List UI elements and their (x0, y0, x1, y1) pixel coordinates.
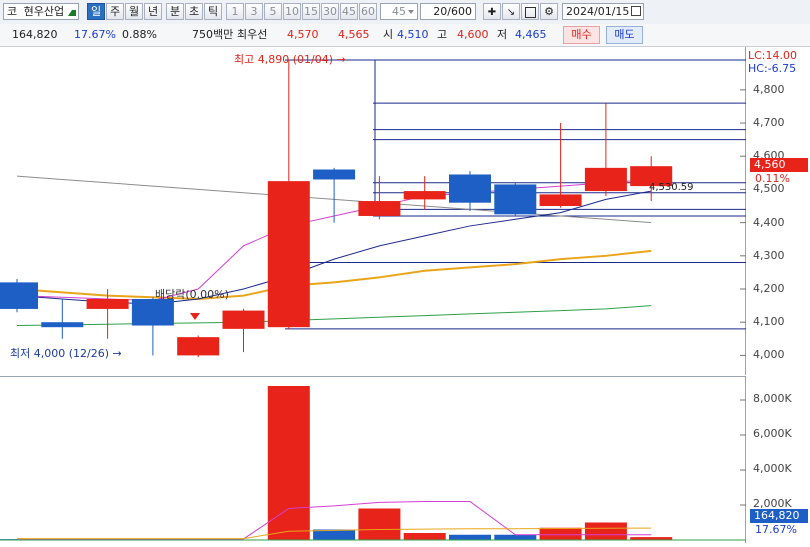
volume-bar (358, 508, 401, 540)
sell-button[interactable]: 매도 (606, 26, 643, 44)
dropdown-triangle-icon (68, 10, 76, 16)
volume-bar (267, 386, 310, 540)
price-axis-tick: 4,200 (753, 282, 785, 295)
date-input[interactable]: 2024/01/15 (562, 3, 644, 20)
buy-button[interactable]: 매수 (563, 26, 600, 44)
candle-body (0, 282, 38, 309)
hc-label: HC:-6.75 (748, 62, 797, 75)
date-value: 2024/01/15 (566, 5, 630, 18)
period-week-button[interactable]: 주 (106, 3, 124, 20)
interval-3-button[interactable]: 3 (245, 3, 263, 20)
code-prefix: 코 (7, 5, 18, 18)
volume-bar (494, 534, 537, 540)
price-axis-tick: 4,700 (753, 116, 785, 130)
candle-body (267, 181, 310, 328)
best-ask-label: 최우선 (237, 28, 268, 41)
price-chart[interactable] (0, 47, 746, 375)
volume-axis-tick: 4,000K (753, 462, 792, 475)
stock-selector[interactable]: 코 현우산업 (3, 3, 79, 20)
high-annotation: 최고 4,890 (01/04) → (234, 53, 346, 66)
low-label: 저 (497, 28, 508, 41)
interval-15-button[interactable]: 15 (302, 3, 320, 20)
drawing-tool-icon[interactable]: ↘ (502, 3, 520, 20)
interval-30-button[interactable]: 30 (321, 3, 339, 20)
amount-label: 750백만 (192, 28, 234, 41)
chevron-down-icon (408, 10, 414, 14)
price-chart-pane[interactable] (0, 47, 746, 375)
period-tick-button[interactable]: 틱 (204, 3, 222, 20)
period-day-button[interactable]: 일 (87, 3, 105, 20)
volume-chart-pane[interactable] (0, 376, 746, 543)
price-axis-tick: 4,000 (753, 348, 785, 362)
candle-body (177, 337, 220, 356)
interval-1-button[interactable]: 1 (226, 3, 244, 20)
gear-icon[interactable]: ⚙ (540, 3, 558, 20)
best-ask-value: 4,570 (287, 28, 319, 41)
candle-body (313, 169, 356, 180)
volume-bar (539, 527, 582, 540)
volume-bar (584, 522, 627, 540)
period-second-button[interactable]: 초 (185, 3, 203, 20)
calendar-icon[interactable] (631, 6, 641, 16)
volume-rate-label: 17.67% (755, 523, 797, 536)
period-month-button[interactable]: 월 (125, 3, 143, 20)
candle-body (131, 298, 174, 326)
price-axis-tick: 4,400 (753, 215, 785, 229)
volume-axis-tick: 8,000K (753, 392, 792, 405)
candle-body (403, 191, 446, 200)
count-input[interactable]: 20/600 (420, 3, 476, 20)
volume-chart[interactable] (0, 377, 746, 544)
candle-body (584, 167, 627, 192)
period-year-button[interactable]: 년 (144, 3, 162, 20)
stock-name: 현우산업 (23, 5, 65, 18)
info-bar: 164,820 17.67% 0.88% 750백만 최우선 4,570 4,5… (0, 24, 810, 47)
lc-label: LC:14.00 (748, 49, 798, 62)
interval-10-button[interactable]: 10 (283, 3, 301, 20)
current-volume-badge: 164,820 (750, 509, 808, 523)
price-axis-tick: 4,100 (753, 315, 785, 329)
change-rate: 0.88% (122, 28, 157, 41)
candle-body (41, 322, 84, 328)
high-value: 4,600 (457, 28, 489, 41)
period-minute-button[interactable]: 분 (166, 3, 184, 20)
dividend-marker-icon (190, 313, 200, 320)
volume-bar (403, 533, 446, 540)
dividend-annotation: 배당락(0.00%) (155, 288, 229, 301)
volume-axis-tick: 6,000K (753, 427, 792, 440)
volume-bar (449, 534, 491, 540)
candle-body (539, 194, 582, 207)
save-icon[interactable] (521, 3, 539, 20)
volume-value: 164,820 (12, 28, 58, 41)
candle-body (494, 184, 537, 215)
open-label: 시 (383, 28, 394, 41)
price-axis-tick: 4,500 (753, 182, 785, 196)
mid-price-label: 4,530.59 (649, 182, 694, 193)
candle-body (222, 310, 265, 329)
price-axis-tick: 4,300 (753, 248, 785, 262)
candle-body (449, 174, 491, 203)
open-value: 4,510 (397, 28, 429, 41)
low-annotation: 최저 4,000 (12/26) → (10, 347, 122, 360)
current-rate-label: 0.11% (755, 172, 790, 185)
interval-select[interactable]: 45 (380, 3, 418, 20)
interval-45-button[interactable]: 45 (340, 3, 358, 20)
price-axis-tick: 4,800 (753, 82, 785, 96)
interval-value: 45 (392, 5, 406, 18)
best-bid-value: 4,565 (338, 28, 370, 41)
volume-ratio: 17.67% (74, 28, 116, 41)
high-label: 고 (437, 28, 448, 41)
toolbar: 코 현우산업 일 주 월 년 분 초 틱 1 3 5 10 15 30 45 6… (0, 0, 810, 25)
candle-body (86, 298, 129, 309)
interval-60-button[interactable]: 60 (359, 3, 377, 20)
crosshair-icon[interactable]: ✚ (483, 3, 501, 20)
ma60-line (16, 249, 652, 300)
low-value: 4,465 (515, 28, 547, 41)
current-price-badge: 4,560 (750, 158, 808, 172)
candle-body (358, 201, 401, 216)
interval-5-button[interactable]: 5 (264, 3, 282, 20)
